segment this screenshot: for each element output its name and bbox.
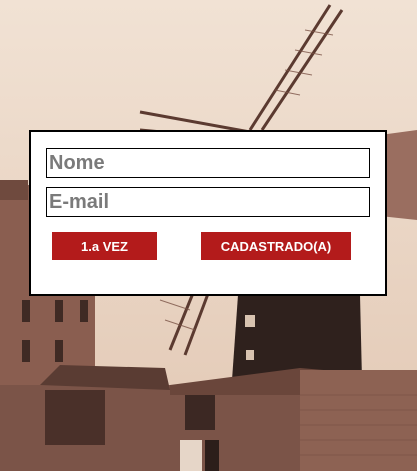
name-input[interactable] [46, 148, 370, 178]
email-input[interactable] [46, 187, 370, 217]
first-time-button[interactable]: 1.a VEZ [52, 232, 157, 260]
registered-button[interactable]: CADASTRADO(A) [201, 232, 351, 260]
windmill-tower [232, 295, 362, 380]
login-card: 1.a VEZ CADASTRADO(A) [29, 130, 387, 296]
